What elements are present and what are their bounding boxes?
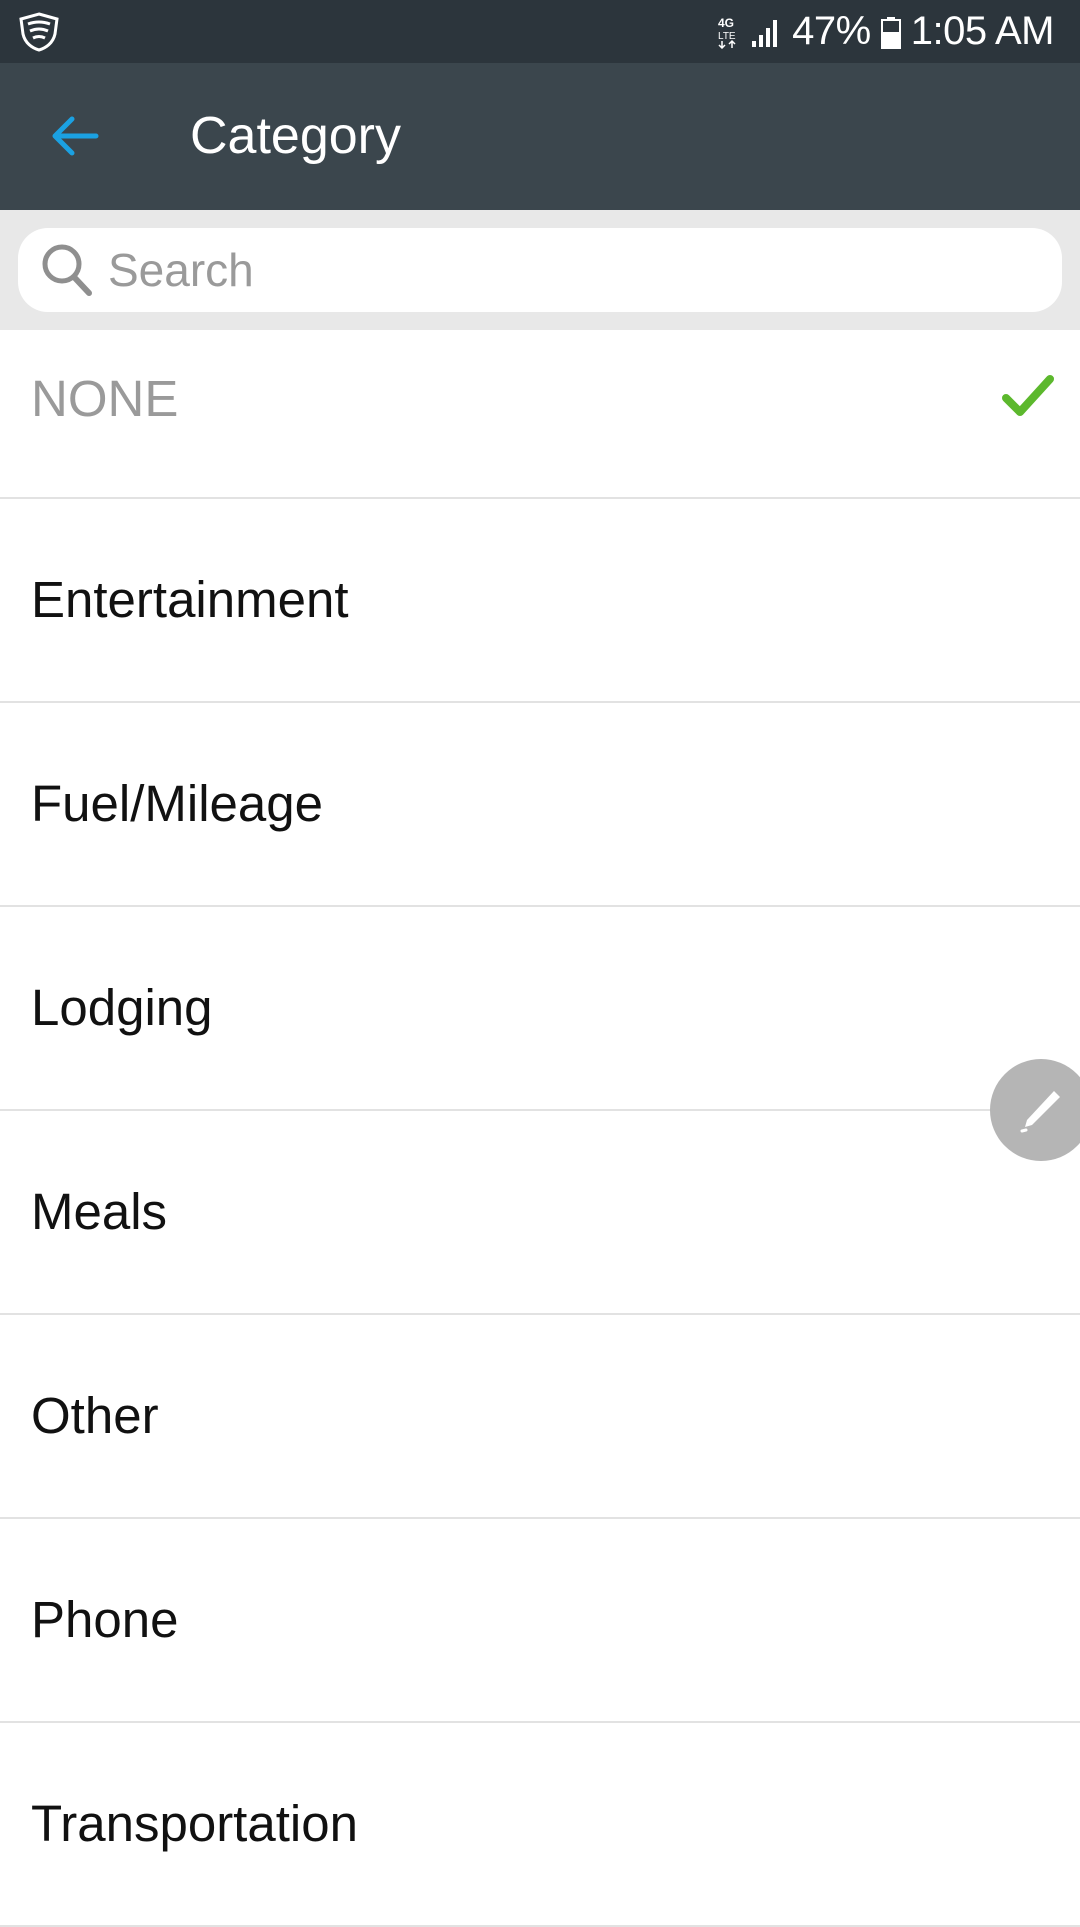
- category-item-entertainment[interactable]: Entertainment: [0, 499, 1080, 703]
- svg-text:LTE: LTE: [718, 31, 736, 42]
- category-label: Other: [31, 1387, 159, 1444]
- clock: 1:05 AM: [910, 9, 1055, 53]
- page-title: Category: [190, 107, 401, 165]
- battery-percent: 47%: [792, 9, 871, 53]
- category-item-other[interactable]: Other: [0, 1315, 1080, 1519]
- category-label: Transportation: [31, 1795, 358, 1852]
- arrow-left-icon: [52, 116, 99, 156]
- category-item-phone[interactable]: Phone: [0, 1519, 1080, 1723]
- category-item-meals[interactable]: Meals: [0, 1111, 1080, 1315]
- search-input[interactable]: [108, 235, 1008, 305]
- category-item-lodging[interactable]: Lodging: [0, 907, 1080, 1111]
- category-label: NONE: [31, 370, 179, 427]
- app-bar: Category: [0, 63, 1080, 210]
- category-label: Phone: [31, 1591, 179, 1648]
- category-item-none[interactable]: NONE: [0, 330, 1080, 499]
- search-bar: [0, 210, 1080, 330]
- category-label: Lodging: [31, 979, 213, 1036]
- category-item-fuel-mileage[interactable]: Fuel/Mileage: [0, 703, 1080, 907]
- search-icon: [42, 244, 92, 296]
- network-type-icon: 4G LTE: [718, 16, 736, 49]
- search-box[interactable]: [18, 228, 1062, 312]
- category-label: Fuel/Mileage: [31, 775, 323, 832]
- battery-icon: [880, 16, 901, 49]
- category-item-transportation[interactable]: Transportation: [0, 1723, 1080, 1927]
- category-list: NONE Entertainment Fuel/Mileage Lodging …: [0, 330, 1080, 1927]
- checkmark-icon: [1002, 375, 1054, 416]
- back-button[interactable]: [30, 91, 120, 181]
- shield-icon: [19, 12, 59, 52]
- svg-text:4G: 4G: [718, 16, 734, 30]
- category-label: Entertainment: [31, 571, 349, 628]
- signal-icon: [752, 19, 778, 47]
- category-label: Meals: [31, 1183, 168, 1240]
- status-bar: 4G LTE 47% 1:05 AM: [0, 0, 1080, 63]
- pencil-icon: [1020, 1091, 1060, 1133]
